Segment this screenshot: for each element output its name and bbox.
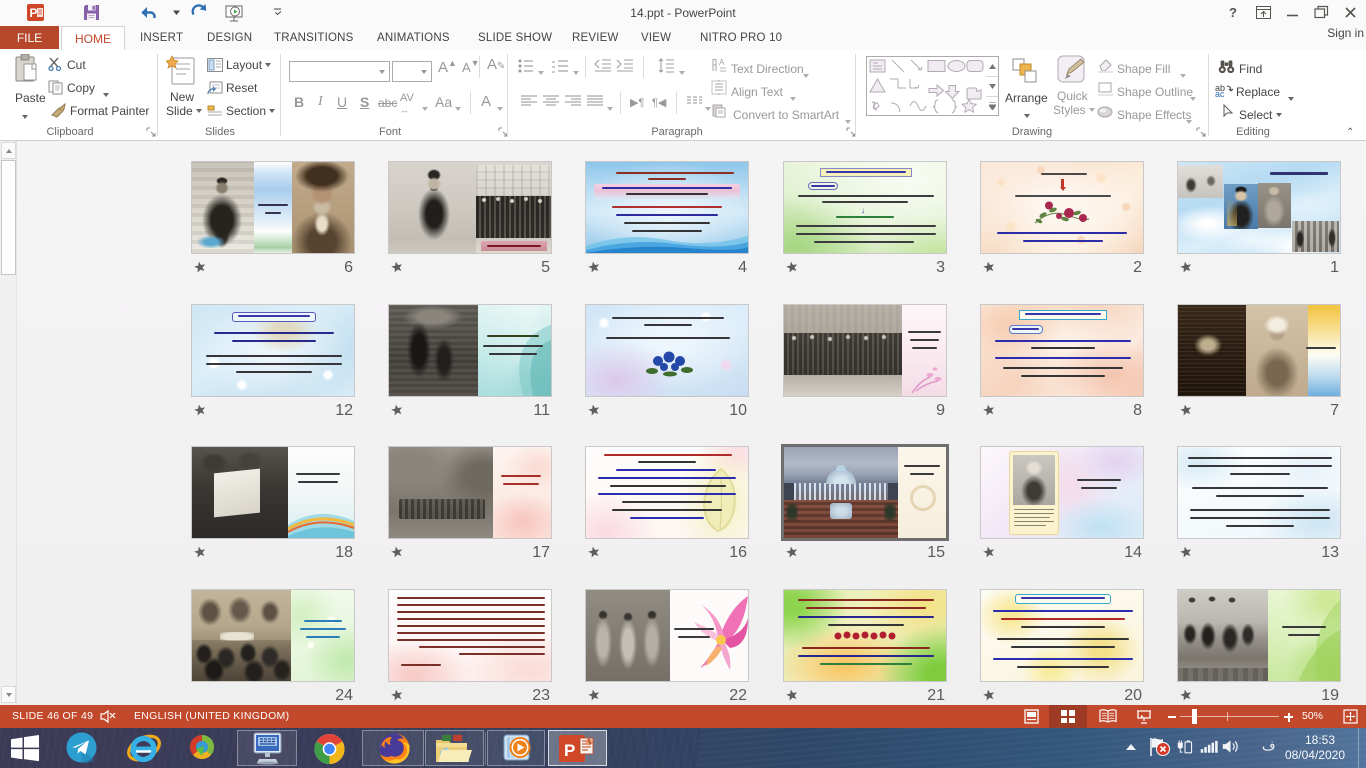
svg-text:ac: ac (1215, 89, 1225, 97)
svg-text:A: A (719, 58, 725, 67)
